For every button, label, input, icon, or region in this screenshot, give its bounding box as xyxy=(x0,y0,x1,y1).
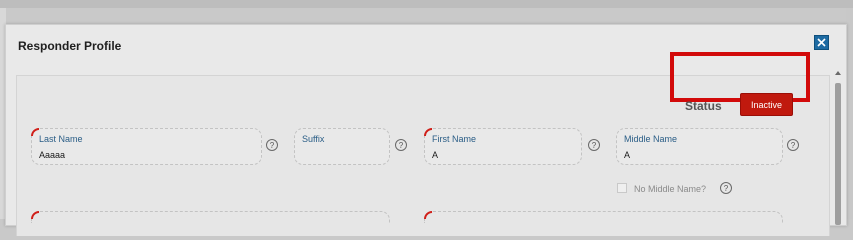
background-header-band xyxy=(0,0,853,8)
no-middle-name-help-icon[interactable]: ? xyxy=(720,182,732,194)
no-middle-name-checkbox[interactable] xyxy=(617,183,627,193)
first-name-value[interactable]: A xyxy=(432,150,438,160)
middle-name-help-icon[interactable]: ? xyxy=(787,139,799,151)
last-name-help-icon[interactable]: ? xyxy=(266,139,278,151)
background-right-edge xyxy=(846,8,853,219)
first-name-field[interactable]: First Name A xyxy=(424,128,582,165)
last-name-value[interactable]: Aaaaa xyxy=(39,150,65,160)
scrollbar[interactable] xyxy=(834,69,842,225)
dialog-title: Responder Profile xyxy=(18,39,122,53)
suffix-help-icon[interactable]: ? xyxy=(395,139,407,151)
middle-name-label: Middle Name xyxy=(624,134,678,144)
middle-name-field[interactable]: Middle Name A xyxy=(616,128,783,165)
first-name-help-icon[interactable]: ? xyxy=(588,139,600,151)
status-badge[interactable]: Inactive xyxy=(740,93,793,116)
suffix-label: Suffix xyxy=(302,134,325,144)
scrollbar-thumb[interactable] xyxy=(835,83,841,225)
chevron-up-icon[interactable] xyxy=(834,69,842,77)
suffix-field[interactable]: Suffix xyxy=(294,128,390,165)
status-label: Status xyxy=(685,99,722,113)
middle-name-value[interactable]: A xyxy=(624,150,630,160)
close-icon xyxy=(817,38,826,47)
last-name-field[interactable]: Last Name Aaaaa xyxy=(31,128,262,165)
last-name-label: Last Name xyxy=(39,134,83,144)
no-middle-name-label: No Middle Name? xyxy=(634,184,707,194)
next-row-field-left[interactable] xyxy=(31,211,390,223)
first-name-label: First Name xyxy=(432,134,477,144)
close-button[interactable] xyxy=(814,35,829,50)
next-row-field-right[interactable] xyxy=(424,211,783,223)
